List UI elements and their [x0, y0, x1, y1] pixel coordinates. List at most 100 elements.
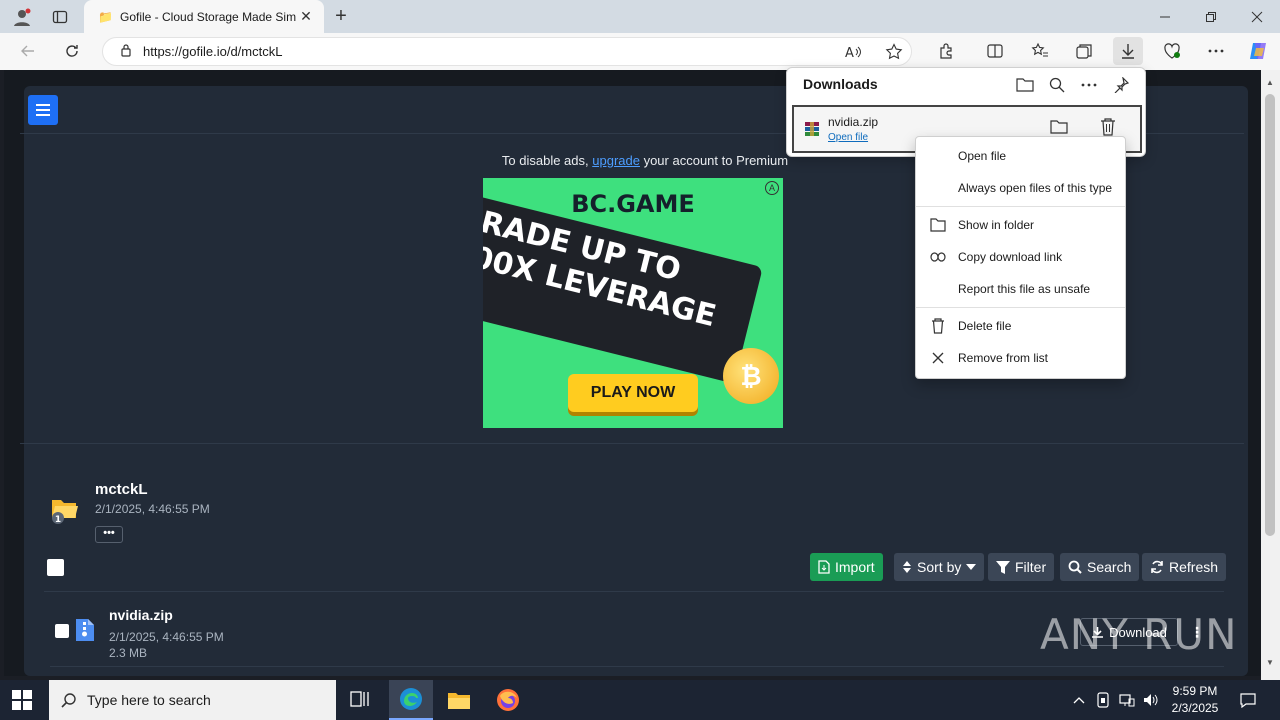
sort-label: Sort by: [917, 559, 962, 575]
advertisement-banner[interactable]: A BC.GAME RADE UP TO 00X LEVERAGE PLAY N…: [483, 178, 783, 428]
search-button[interactable]: Search: [1060, 553, 1140, 581]
taskbar-firefox-icon[interactable]: [486, 680, 530, 720]
lock-icon[interactable]: [119, 43, 133, 60]
taskbar-search-box[interactable]: Type here to search: [49, 680, 336, 720]
open-downloads-folder-icon[interactable]: [1013, 73, 1037, 97]
folder-icon: 1: [50, 494, 80, 527]
scroll-up-icon[interactable]: ▲: [1266, 78, 1274, 87]
favorite-star-icon[interactable]: [885, 43, 903, 64]
profile-icon[interactable]: [8, 0, 36, 33]
menu-show-in-folder-label: Show in folder: [958, 218, 1035, 232]
menu-separator: [916, 206, 1125, 207]
folder-date: 2/1/2025, 4:46:55 PM: [95, 502, 210, 516]
file-name[interactable]: nvidia.zip: [109, 607, 173, 623]
import-label: Import: [835, 559, 875, 575]
taskbar-search-icon: [61, 692, 77, 711]
menu-show-in-folder[interactable]: Show in folder: [916, 211, 1125, 239]
tray-volume-icon[interactable]: [1140, 680, 1162, 720]
browser-essentials-icon[interactable]: [1158, 37, 1186, 65]
tray-network-icon[interactable]: [1116, 680, 1138, 720]
menu-open-file[interactable]: Open file: [916, 142, 1125, 170]
import-button[interactable]: Import: [810, 553, 883, 581]
menu-copy-link-label: Copy download link: [958, 250, 1063, 264]
address-url[interactable]: https://gofile.io/d/mctckL: [143, 44, 282, 59]
svg-text:A: A: [845, 46, 854, 60]
download-context-menu: Open file Always open files of this type…: [915, 136, 1126, 379]
search-icon: [1068, 560, 1082, 574]
taskbar-edge-icon[interactable]: [389, 680, 433, 720]
collections-icon[interactable]: [1070, 37, 1098, 65]
taskbar-clock[interactable]: 9:59 PM 2/3/2025: [1160, 683, 1230, 717]
tab-actions-icon[interactable]: [46, 0, 74, 33]
tray-device-icon[interactable]: [1092, 680, 1114, 720]
filter-label: Filter: [1015, 559, 1047, 575]
menu-separator: [916, 307, 1125, 308]
scroll-down-icon[interactable]: ▼: [1266, 658, 1274, 667]
close-window-icon[interactable]: [1242, 0, 1272, 33]
zip-file-icon: [75, 618, 95, 645]
page-scrollbar[interactable]: ▲ ▼: [1261, 70, 1280, 680]
caret-down-icon: [966, 564, 977, 570]
settings-more-icon[interactable]: [1202, 37, 1230, 65]
back-icon[interactable]: [14, 37, 42, 65]
menu-report-unsafe[interactable]: Report this file as unsafe: [916, 275, 1125, 303]
downloads-icon[interactable]: [1113, 37, 1143, 65]
restore-icon[interactable]: [1196, 0, 1226, 33]
file-size: 2.3 MB: [109, 646, 148, 660]
menu-always-open[interactable]: Always open files of this type: [916, 174, 1125, 202]
taskbar-time: 9:59 PM: [1172, 684, 1218, 698]
sort-icon: [903, 561, 911, 573]
hamburger-icon: [36, 104, 50, 116]
taskbar-date: 2/3/2025: [1171, 701, 1219, 715]
list-divider: [44, 591, 1224, 592]
tab-gofile[interactable]: 📁 Gofile - Cloud Storage Made Sim ✕: [84, 0, 324, 33]
bitcoin-coin-icon: ₿: [723, 348, 779, 404]
taskbar-file-explorer-icon[interactable]: [437, 680, 481, 720]
taskbar-search-placeholder: Type here to search: [87, 692, 211, 708]
split-screen-icon[interactable]: [981, 37, 1009, 65]
windows-start-icon[interactable]: [12, 690, 32, 713]
link-icon: [930, 249, 946, 265]
refresh-button[interactable]: Refresh: [1142, 553, 1227, 581]
download-item-name: nvidia.zip: [828, 115, 879, 129]
refresh-icon[interactable]: [58, 37, 86, 65]
windows-taskbar: Type here to search 9:59 PM 2/3/2025: [0, 680, 1280, 720]
select-all-checkbox[interactable]: [47, 559, 64, 576]
menu-always-open-label: Always open files of this type: [958, 181, 1113, 195]
sort-by-button[interactable]: Sort by: [894, 553, 985, 581]
refresh-label: Refresh: [1169, 559, 1219, 575]
scroll-thumb[interactable]: [1265, 94, 1275, 536]
menu-remove-from-list[interactable]: Remove from list: [916, 344, 1125, 372]
file-row-checkbox[interactable]: [55, 624, 69, 638]
folder-more-button[interactable]: •••: [95, 526, 123, 543]
download-open-file-link[interactable]: Open file: [828, 132, 868, 143]
folder-outline-icon: [930, 217, 946, 233]
tray-overflow-icon[interactable]: [1068, 680, 1090, 720]
gofile-favicon-icon: 📁: [98, 9, 113, 24]
upgrade-link[interactable]: upgrade: [592, 153, 640, 168]
new-tab-icon[interactable]: +: [328, 0, 354, 33]
import-icon: [818, 560, 830, 574]
row-divider: [50, 666, 1224, 667]
pin-icon[interactable]: [1109, 73, 1133, 97]
ad-divider: [20, 443, 1244, 444]
read-aloud-icon[interactable]: A: [845, 44, 863, 63]
favorites-icon[interactable]: [1026, 37, 1054, 65]
downloads-more-icon[interactable]: [1077, 73, 1101, 97]
address-bar[interactable]: https://gofile.io/d/mctckL A: [102, 37, 912, 66]
file-date: 2/1/2025, 4:46:55 PM: [109, 630, 224, 644]
notifications-icon[interactable]: [1236, 680, 1260, 720]
task-view-icon[interactable]: [338, 680, 382, 720]
ad-play-now-button[interactable]: PLAY NOW: [568, 374, 698, 412]
menu-copy-link[interactable]: Copy download link: [916, 243, 1125, 271]
menu-delete-file[interactable]: Delete file: [916, 312, 1125, 340]
search-downloads-icon[interactable]: [1045, 73, 1069, 97]
tab-close-icon[interactable]: ✕: [298, 8, 314, 25]
menu-open-file-label: Open file: [958, 149, 1007, 163]
filter-button[interactable]: Filter: [988, 553, 1055, 581]
minimize-icon[interactable]: [1150, 0, 1180, 33]
extensions-icon[interactable]: [933, 37, 961, 65]
hamburger-menu-button[interactable]: [28, 95, 58, 125]
copilot-icon[interactable]: [1244, 37, 1272, 65]
filter-icon: [996, 560, 1010, 574]
